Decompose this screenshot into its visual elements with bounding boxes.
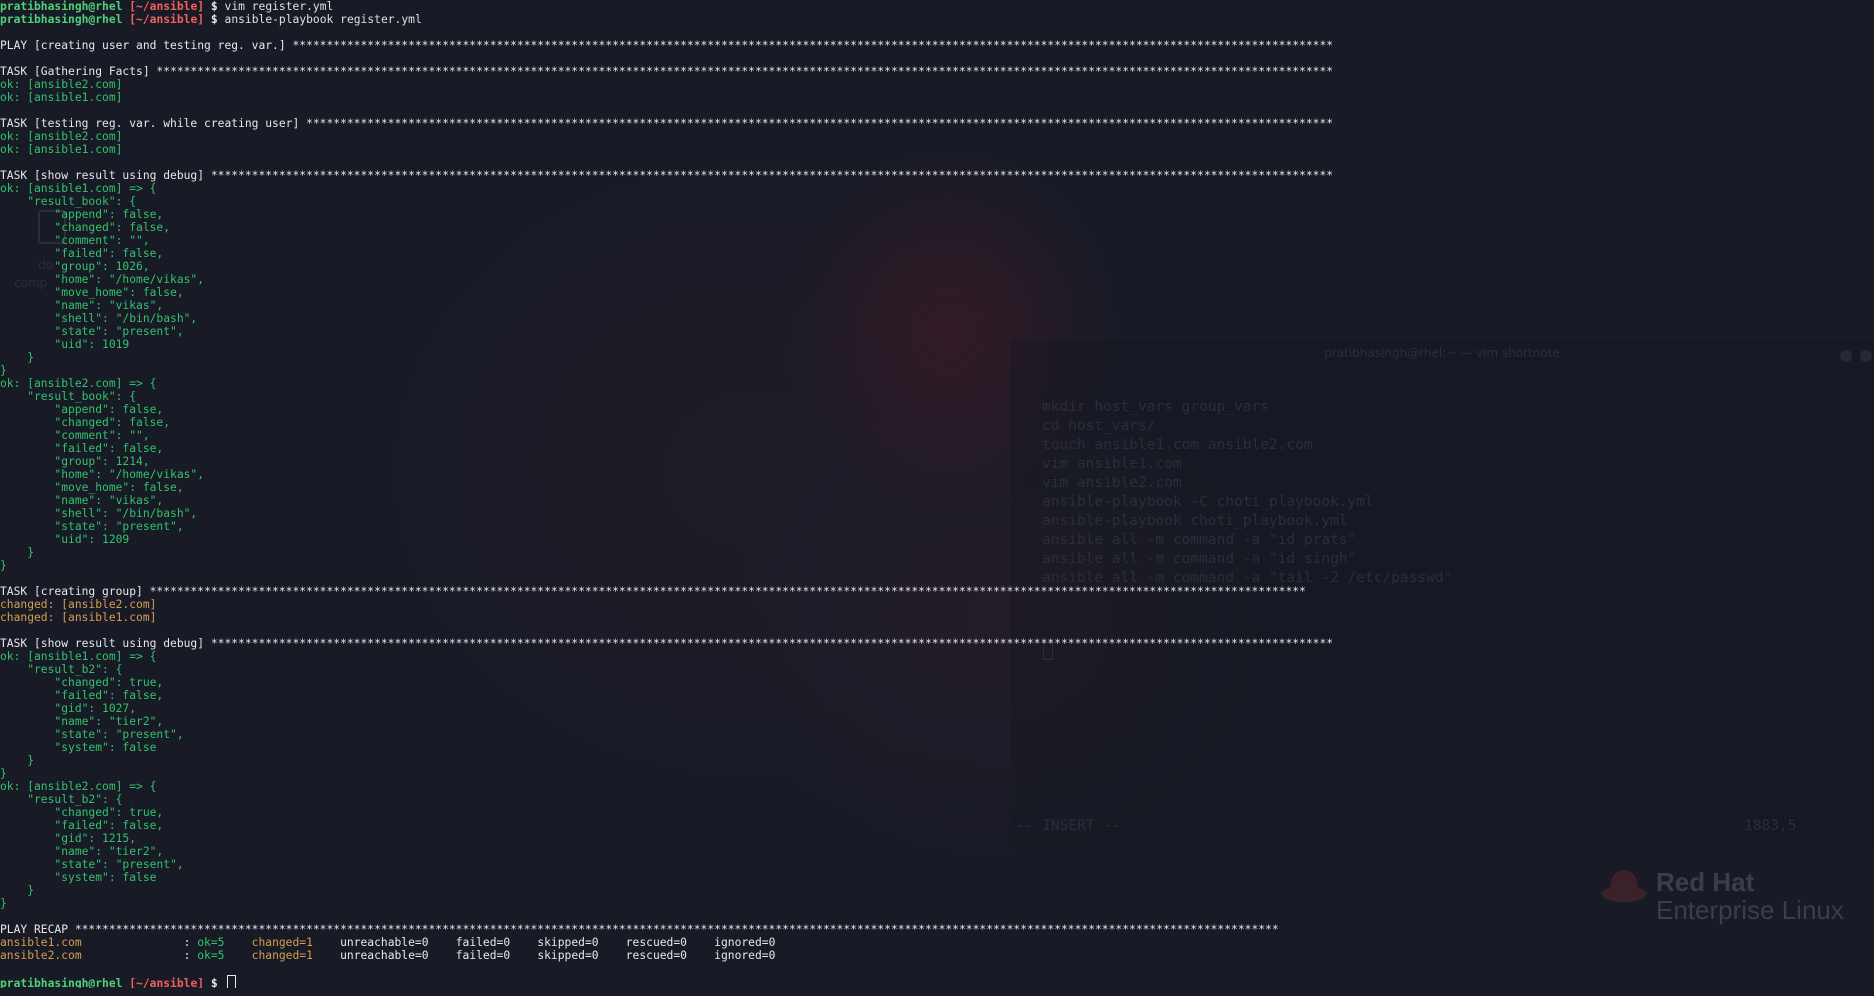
prompt-symbol: $ xyxy=(210,977,218,988)
ok-output-line: "state": "present", xyxy=(0,325,184,338)
ok-output-line: "result_book": { xyxy=(0,390,137,403)
ok-output-line: "system": false xyxy=(0,741,157,754)
ok-output-line: "name": "vikas", xyxy=(0,299,164,312)
prompt-path: [~/ansible] xyxy=(129,13,205,26)
ok-output-line: } xyxy=(0,767,7,780)
ok-output-line: "comment": "", xyxy=(0,429,150,442)
ok-output-line: "failed": false, xyxy=(0,442,164,455)
prompt-command: vim register.yml xyxy=(224,0,334,13)
ok-output-line: ok: [ansible2.com] xyxy=(0,130,123,143)
ok-output-line: "name": "tier2", xyxy=(0,845,164,858)
ok-output-line: "result_b2": { xyxy=(0,793,123,806)
terminal-cursor[interactable] xyxy=(226,975,236,988)
ok-output-line: "move_home": false, xyxy=(0,286,184,299)
ok-output-line: "changed": false, xyxy=(0,221,171,234)
ok-output-line: "gid": 1215, xyxy=(0,832,137,845)
ok-output-line: "failed": false, xyxy=(0,689,164,702)
ok-output-line: "group": 1026, xyxy=(0,260,150,273)
recap-changed: changed=1 xyxy=(244,936,320,949)
ok-output-line: } xyxy=(0,884,35,897)
recap-separator: : xyxy=(183,936,198,949)
ok-output-line: "result_b2": { xyxy=(0,663,123,676)
ok-output-line: "uid": 1019 xyxy=(0,338,130,351)
ok-output-line: } xyxy=(0,897,7,910)
ok-output-line: "group": 1214, xyxy=(0,455,150,468)
recap-changed: changed=1 xyxy=(244,949,320,962)
ok-output-line: ok: [ansible2.com] xyxy=(0,78,123,91)
prompt-user: pratibhasingh@rhel xyxy=(0,13,123,26)
recap-host: ansible2.com xyxy=(0,949,184,962)
ok-output-line: "changed": true, xyxy=(0,806,164,819)
ok-output-line: "shell": "/bin/bash", xyxy=(0,312,198,325)
recap-ok: ok=5 xyxy=(197,936,245,949)
ok-output-line: } xyxy=(0,754,35,767)
ok-output-line: "append": false, xyxy=(0,403,164,416)
recap-line: ansible1.com : ok=5 changed=1 unreachabl… xyxy=(0,936,1874,949)
ok-output-line: ok: [ansible1.com] => { xyxy=(0,650,157,663)
ok-output-line: "changed": true, xyxy=(0,676,164,689)
ok-output-line: "name": "vikas", xyxy=(0,494,164,507)
ok-output-line: } xyxy=(0,364,7,377)
recap-rest: unreachable=0 failed=0 skipped=0 rescued… xyxy=(319,936,776,949)
ok-output-line: "gid": 1027, xyxy=(0,702,137,715)
prompt-line: pratibhasingh@rhel [~/ansible] $ vim reg… xyxy=(0,0,1874,13)
ok-output-line: "name": "tier2", xyxy=(0,715,164,728)
recap-line: ansible2.com : ok=5 changed=1 unreachabl… xyxy=(0,949,1874,962)
prompt-symbol: $ xyxy=(210,0,218,13)
changed-output-line: changed: [ansible1.com] xyxy=(0,611,157,624)
ok-output-line: } xyxy=(0,559,7,572)
prompt-command: ansible-playbook register.yml xyxy=(224,13,422,26)
task-header: PLAY RECAP *****************************… xyxy=(0,923,1279,936)
ok-output-line: } xyxy=(0,546,35,559)
ok-output-line: "state": "present", xyxy=(0,858,184,871)
ok-output-line: "changed": false, xyxy=(0,416,171,429)
task-header: TASK [show result using debug] *********… xyxy=(0,169,1334,182)
prompt-path: [~/ansible] xyxy=(129,977,205,988)
ok-output-line: "move_home": false, xyxy=(0,481,184,494)
task-header: TASK [Gathering Facts] *****************… xyxy=(0,65,1334,78)
task-header: TASK [creating group] ******************… xyxy=(0,585,1306,598)
task-header: TASK [show result using debug] *********… xyxy=(0,637,1334,650)
changed-output-line: changed: [ansible2.com] xyxy=(0,598,157,611)
ok-output-line: ok: [ansible2.com] => { xyxy=(0,780,157,793)
ok-output-line: "append": false, xyxy=(0,208,164,221)
ok-output-line: "home": "/home/vikas", xyxy=(0,273,205,286)
ok-output-line: "state": "present", xyxy=(0,520,184,533)
task-header: PLAY [creating user and testing reg. var… xyxy=(0,39,1334,52)
prompt-line: pratibhasingh@rhel [~/ansible] $ xyxy=(0,975,1874,988)
task-header: TASK [testing reg. var. while creating u… xyxy=(0,117,1334,130)
ok-output-line: "shell": "/bin/bash", xyxy=(0,507,198,520)
ok-output-line: "state": "present", xyxy=(0,728,184,741)
ok-output-line: ok: [ansible2.com] => { xyxy=(0,377,157,390)
ok-output-line: "result_book": { xyxy=(0,195,137,208)
ok-output-line: "system": false xyxy=(0,871,157,884)
ok-output-line: ok: [ansible1.com] => { xyxy=(0,182,157,195)
ok-output-line: "failed": false, xyxy=(0,247,164,260)
recap-ok: ok=5 xyxy=(197,949,245,962)
prompt-user: pratibhasingh@rhel xyxy=(0,0,123,13)
ok-output-line: "comment": "", xyxy=(0,234,150,247)
ok-output-line: ok: [ansible1.com] xyxy=(0,91,123,104)
recap-rest: unreachable=0 failed=0 skipped=0 rescued… xyxy=(319,949,776,962)
prompt-line: pratibhasingh@rhel [~/ansible] $ ansible… xyxy=(0,13,1874,26)
prompt-user: pratibhasingh@rhel xyxy=(0,977,123,988)
ok-output-line: } xyxy=(0,351,35,364)
recap-separator: : xyxy=(183,949,198,962)
ok-output-line: "uid": 1209 xyxy=(0,533,130,546)
ok-output-line: "failed": false, xyxy=(0,819,164,832)
prompt-path: [~/ansible] xyxy=(129,0,205,13)
ok-output-line: "home": "/home/vikas", xyxy=(0,468,205,481)
ok-output-line: ok: [ansible1.com] xyxy=(0,143,123,156)
terminal-output[interactable]: pratibhasingh@rhel [~/ansible] $ vim reg… xyxy=(0,0,1874,996)
prompt-symbol: $ xyxy=(210,13,218,26)
recap-host: ansible1.com xyxy=(0,936,184,949)
